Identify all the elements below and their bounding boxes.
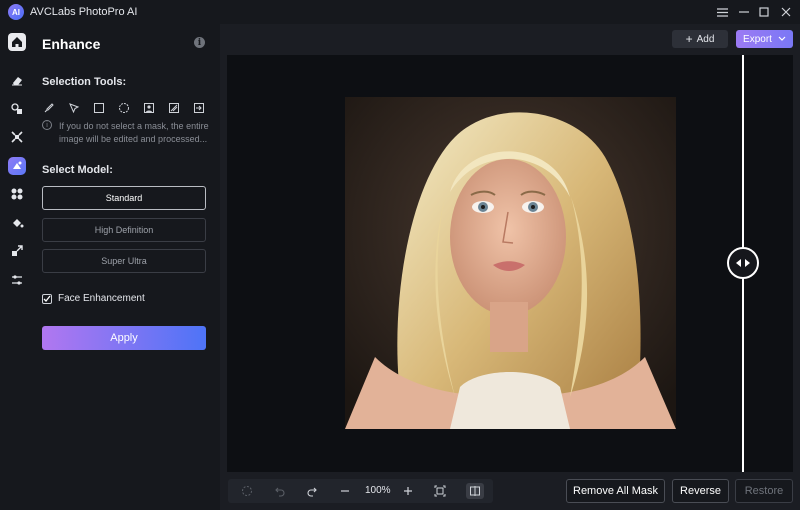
title-bar: AI AVCLabs PhotoPro AI [0,0,800,24]
portrait-icon[interactable] [142,101,156,115]
sliders-icon[interactable] [8,271,26,289]
face-enhancement-checkbox[interactable] [42,293,52,304]
menu-icon[interactable] [714,4,730,20]
model-standard-button[interactable]: Standard [42,186,206,210]
home-icon[interactable] [8,33,26,51]
image-canvas[interactable] [227,55,793,472]
zoom-toolbar: 100% [228,479,493,503]
add-button[interactable]: + Add [672,30,728,48]
pointer-icon[interactable] [67,101,81,115]
portrait-photo [345,97,676,429]
zoom-out-icon[interactable] [338,484,352,498]
close-icon[interactable] [778,4,794,20]
reset-icon[interactable] [240,484,254,498]
fan-icon[interactable] [8,185,26,203]
app-title: AVCLabs PhotoPro AI [30,6,138,18]
restore-button[interactable]: Restore [735,479,793,503]
maximize-icon[interactable] [756,4,772,20]
mask-hint-text: If you do not select a mask, the entire … [59,121,209,144]
tool-rail [0,24,34,510]
enhance-panel: Enhance i Selection Tools: i If you do n… [34,24,220,510]
panel-title: Enhance [42,36,101,52]
face-enhancement-label: Face Enhancement [58,293,145,304]
apply-button[interactable]: Apply [42,326,206,350]
remove-all-mask-button[interactable]: Remove All Mask [566,479,665,503]
rectangle-icon[interactable] [92,101,106,115]
face-enhancement-option[interactable]: Face Enhancement [42,293,145,304]
compare-slider-handle[interactable] [727,247,759,279]
eraser-icon[interactable] [8,71,26,89]
workspace: + Add Export 100% Remove All Mask Revers… [220,24,800,510]
shapes-icon[interactable] [8,100,26,118]
paint-bucket-icon[interactable] [8,214,26,232]
compare-view-icon[interactable] [466,483,484,499]
export-label: Export [743,33,772,45]
fit-screen-icon[interactable] [433,484,447,498]
model-high-definition-button[interactable]: High Definition [42,218,206,242]
selection-tools-label: Selection Tools: [42,76,127,88]
ellipse-icon[interactable] [117,101,131,115]
redo-icon[interactable] [305,484,319,498]
zoom-level: 100% [365,485,391,496]
import-icon[interactable] [192,101,206,115]
add-label: Add [696,33,715,45]
selection-tools [42,101,206,115]
chevron-down-icon [778,34,786,45]
plus-icon: + [685,32,693,46]
app-logo: AI [8,4,24,20]
model-super-ultra-button[interactable]: Super Ultra [42,249,206,273]
reverse-button[interactable]: Reverse [672,479,729,503]
zoom-in-icon[interactable] [401,484,415,498]
minimize-icon[interactable] [736,4,752,20]
undo-icon[interactable] [273,484,287,498]
brush-icon[interactable] [42,101,56,115]
hint-info-icon: i [42,120,52,130]
info-icon[interactable]: i [194,37,205,48]
select-model-label: Select Model: [42,164,113,176]
resize-icon[interactable] [8,242,26,260]
pattern-icon[interactable] [167,101,181,115]
expand-icon[interactable] [8,128,26,146]
export-button[interactable]: Export [736,30,793,48]
enhance-icon[interactable] [8,157,26,175]
